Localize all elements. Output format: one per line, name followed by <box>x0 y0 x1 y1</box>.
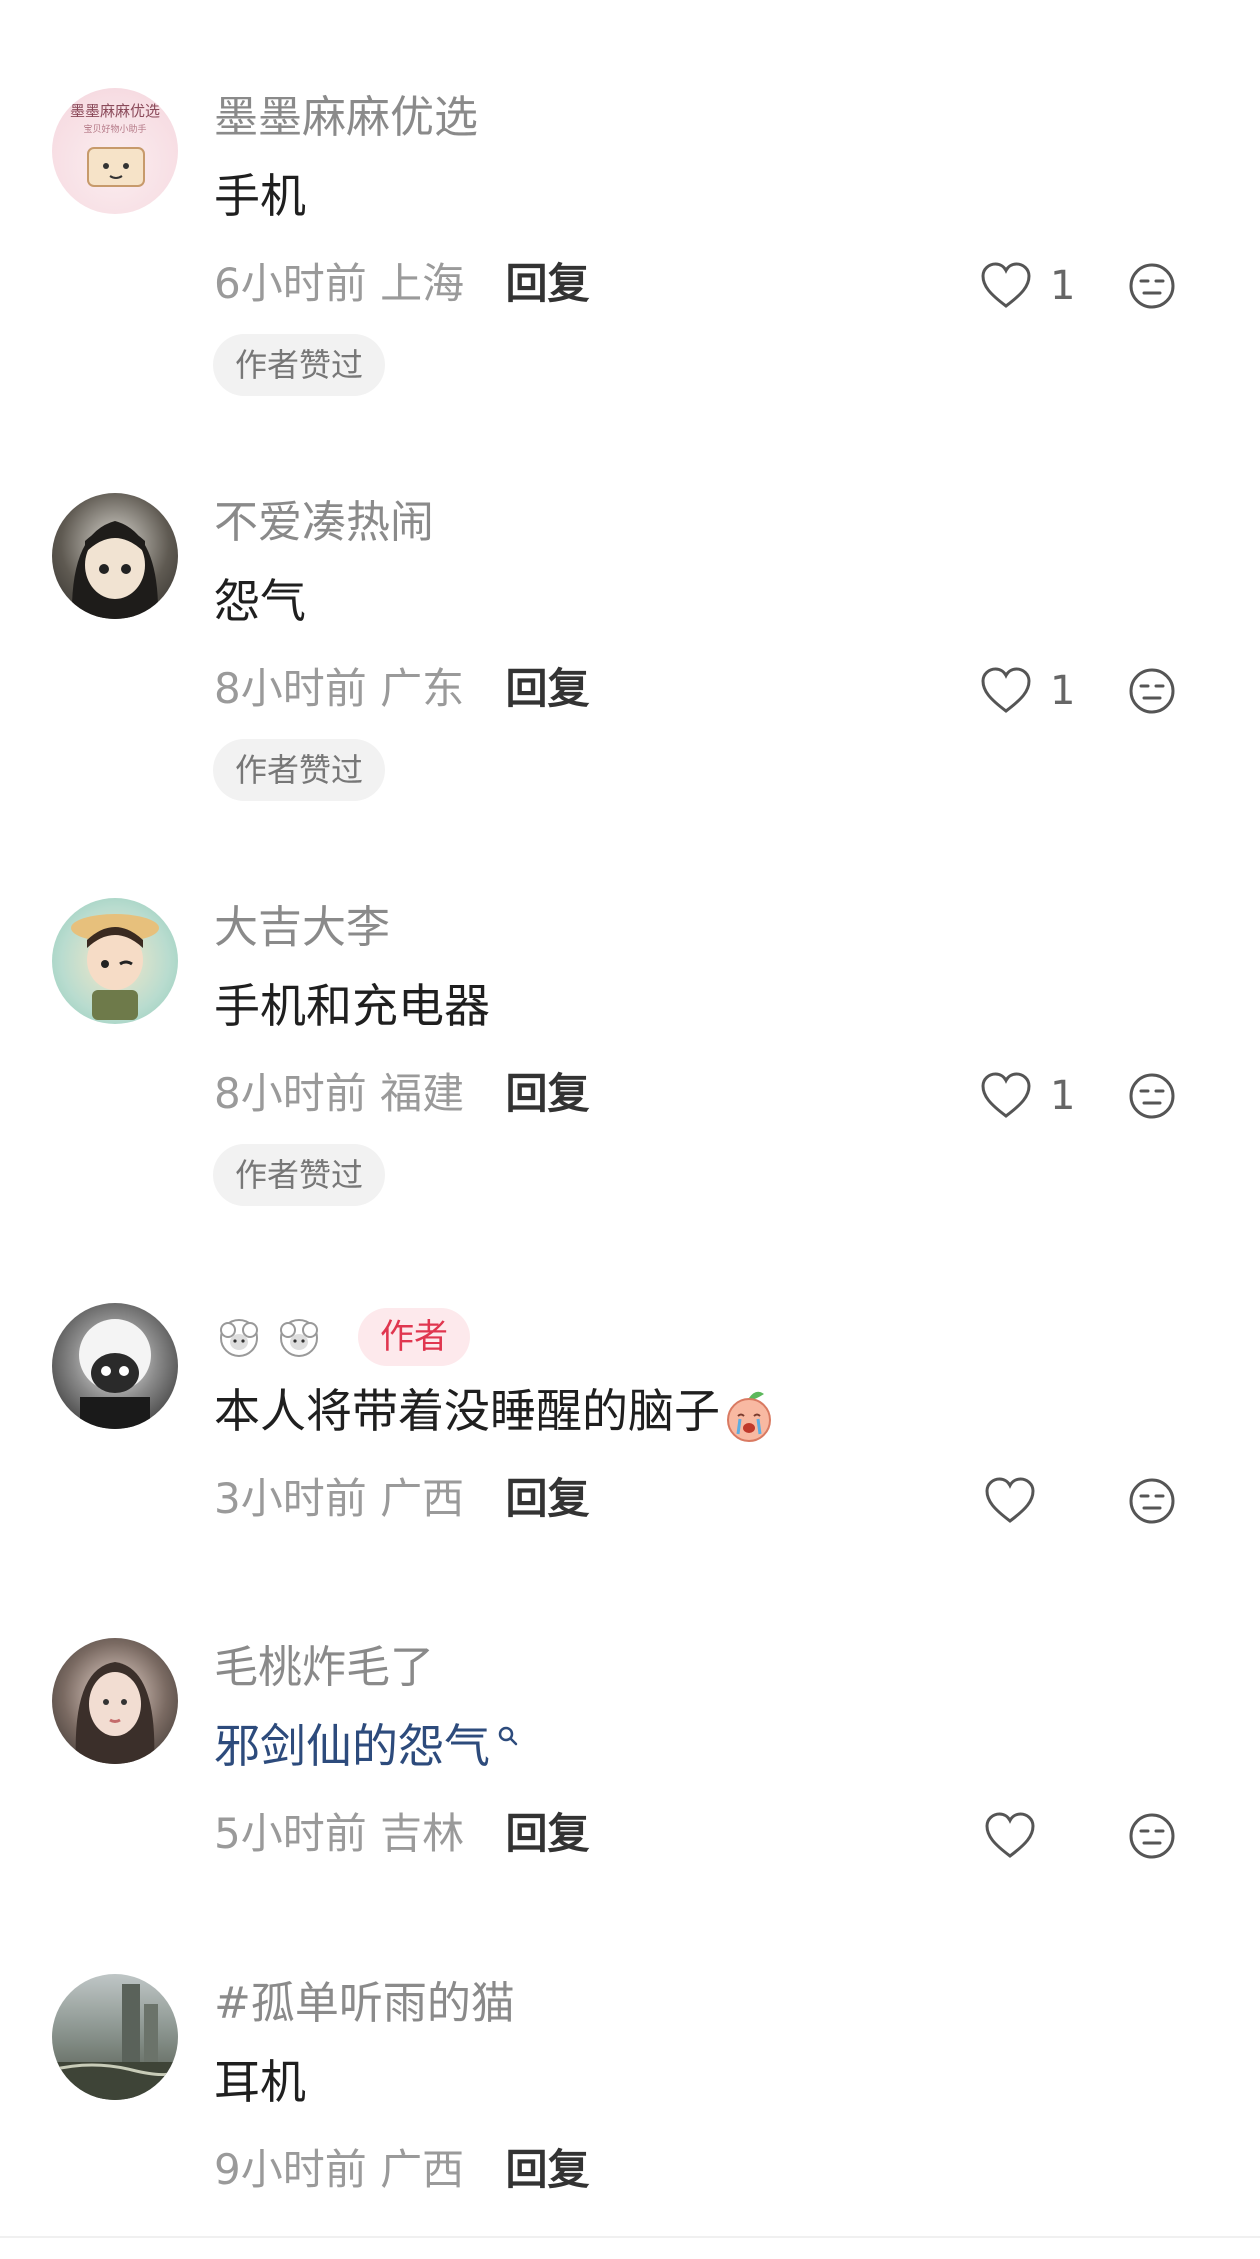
comment-time: 3小时前 <box>214 1474 367 1523</box>
sleepy-face-icon[interactable] <box>1128 1477 1176 1525</box>
avatar[interactable] <box>52 1638 178 1764</box>
heart-icon <box>985 1477 1035 1523</box>
username[interactable]: 不爱凑热闹 <box>214 493 434 553</box>
comment-meta: 8小时前 广东 回复 <box>214 659 589 719</box>
crying-peach-emoji-icon <box>727 1391 771 1442</box>
comment-time: 8小时前 <box>214 664 367 713</box>
avatar-landscape-icon <box>52 1984 178 2100</box>
comment-text: 手机和充电器 <box>214 979 490 1033</box>
sleepy-face-icon[interactable] <box>1128 262 1176 310</box>
comment-text-link[interactable]: 邪剑仙的怨气 <box>214 1719 490 1773</box>
comment-text-body: 本人将带着没睡醒的脑子 <box>214 1384 720 1438</box>
avatar-photo-icon <box>75 1662 155 1764</box>
comment-location: 上海 <box>380 259 465 308</box>
comment-meta: 8小时前 福建 回复 <box>214 1064 589 1124</box>
avatar[interactable]: 墨墨麻麻优选 宝贝好物小助手 <box>52 88 178 214</box>
reply-button[interactable]: 回复 <box>505 1809 589 1858</box>
reply-button[interactable]: 回复 <box>505 1069 589 1118</box>
bottom-divider <box>0 2236 1260 2238</box>
like-button[interactable] <box>984 1473 1036 1529</box>
comment-text: 怨气 <box>214 574 306 628</box>
comment-text: 手机 <box>214 169 306 223</box>
reply-button[interactable]: 回复 <box>505 664 589 713</box>
like-button[interactable]: 1 <box>980 1068 1075 1124</box>
avatar[interactable] <box>52 1974 178 2100</box>
avatar[interactable] <box>52 898 178 1024</box>
username: 作者 <box>214 1305 470 1366</box>
reply-button[interactable]: 回复 <box>505 259 589 308</box>
avatar-cartoon-girl-icon <box>71 914 159 1020</box>
author-liked-badge: 作者赞过 <box>213 334 386 396</box>
username[interactable]: 毛桃炸毛了 <box>214 1638 434 1698</box>
avatar-girl-icon <box>71 521 159 619</box>
comment-meta: 3小时前 广西 回复 <box>214 1469 589 1529</box>
heart-icon <box>981 262 1031 308</box>
heart-icon <box>981 667 1031 713</box>
sheep-emoji-icon <box>220 1319 258 1357</box>
avatar-box-icon <box>87 147 145 187</box>
heart-icon <box>985 1812 1035 1858</box>
comment-meta: 5小时前 吉林 回复 <box>214 1804 589 1864</box>
reply-button[interactable]: 回复 <box>505 1474 589 1523</box>
username[interactable]: 墨墨麻麻优选 <box>214 88 478 148</box>
avatar-sheep-icon <box>79 1319 151 1429</box>
sleepy-face-icon[interactable] <box>1128 1812 1176 1860</box>
search-icon[interactable] <box>496 1724 520 1748</box>
like-button[interactable]: 1 <box>980 663 1075 719</box>
author-liked-badge: 作者赞过 <box>213 739 386 801</box>
sleepy-face-icon[interactable] <box>1128 1072 1176 1120</box>
author-tag: 作者 <box>358 1308 470 1366</box>
reply-button[interactable]: 回复 <box>505 2145 589 2194</box>
comment-meta: 6小时前 上海 回复 <box>214 254 589 314</box>
comment-text[interactable]: 邪剑仙的怨气 <box>214 1716 520 1776</box>
sheep-emoji-icon <box>280 1319 318 1357</box>
avatar[interactable] <box>52 493 178 619</box>
author-liked-badge: 作者赞过 <box>213 1144 386 1206</box>
comment-location: 广东 <box>380 664 465 713</box>
like-count: 1 <box>1050 668 1076 714</box>
username[interactable]: #孤单听雨的猫 <box>214 1974 515 2034</box>
comment-location: 福建 <box>380 1069 465 1118</box>
comment-time: 5小时前 <box>214 1809 367 1858</box>
comment-meta: 9小时前 广西 回复 <box>214 2140 589 2200</box>
comment-location: 广西 <box>380 2145 465 2194</box>
comment-text: 本人将带着没睡醒的脑子 <box>214 1381 778 1444</box>
username[interactable]: 大吉大李 <box>214 898 390 958</box>
comment-text: 耳机 <box>214 2055 306 2109</box>
avatar[interactable] <box>52 1303 178 1429</box>
comment-time: 8小时前 <box>214 1069 367 1118</box>
like-button[interactable]: 1 <box>980 258 1075 314</box>
like-count: 1 <box>1050 263 1076 309</box>
heart-icon <box>981 1072 1031 1118</box>
like-count: 1 <box>1050 1073 1076 1119</box>
like-button[interactable] <box>984 1808 1036 1864</box>
comment-location: 广西 <box>380 1474 465 1523</box>
comment-time: 6小时前 <box>214 259 367 308</box>
comment-location: 吉林 <box>380 1809 465 1858</box>
sleepy-face-icon[interactable] <box>1128 667 1176 715</box>
comment-time: 9小时前 <box>214 2145 367 2194</box>
